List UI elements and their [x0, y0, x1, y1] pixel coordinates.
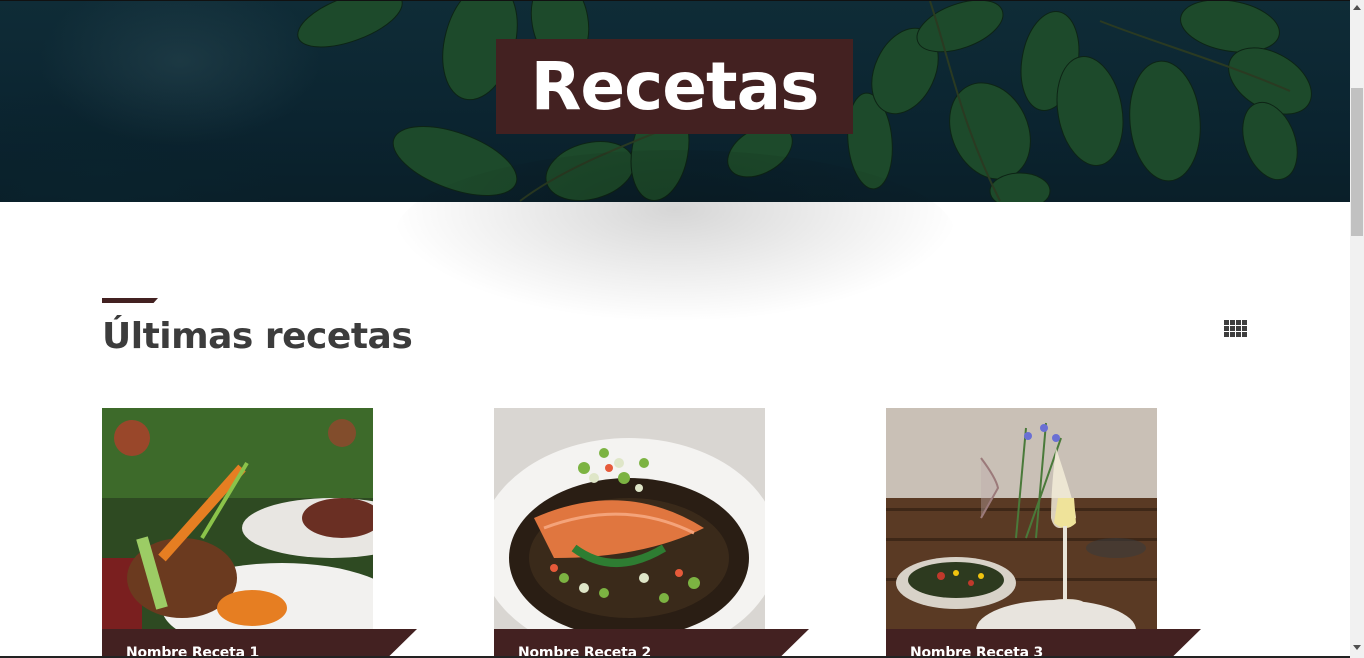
recipe-image-2[interactable] — [494, 408, 765, 630]
recipe-image-1[interactable] — [102, 408, 373, 630]
recipe-image-3[interactable] — [886, 408, 1157, 630]
scrollbar-thumb[interactable] — [1351, 88, 1363, 236]
grid-view-icon[interactable] — [1224, 320, 1248, 338]
recipe-label-bar-2: Nombre Receta 2 — [494, 629, 809, 658]
scroll-up-icon[interactable] — [1353, 5, 1361, 10]
hero-title-box: Recetas — [496, 39, 853, 134]
scroll-down-icon[interactable] — [1353, 645, 1361, 650]
recipe-card-3[interactable]: Nombre Receta 3 — [886, 408, 1201, 658]
recipe-card-2[interactable]: Nombre Receta 2 — [494, 408, 809, 658]
decorative-shadow — [395, 150, 955, 320]
recipe-card-1[interactable]: Nombre Receta 1 — [102, 408, 417, 658]
section-title: Últimas recetas — [102, 316, 413, 357]
recipe-label-bar-1: Nombre Receta 1 — [102, 629, 417, 658]
page-title: Recetas — [530, 47, 820, 125]
recipe-label-bar-3: Nombre Receta 3 — [886, 629, 1201, 658]
section-accent-bar — [102, 298, 158, 303]
vertical-scrollbar[interactable] — [1350, 0, 1364, 658]
